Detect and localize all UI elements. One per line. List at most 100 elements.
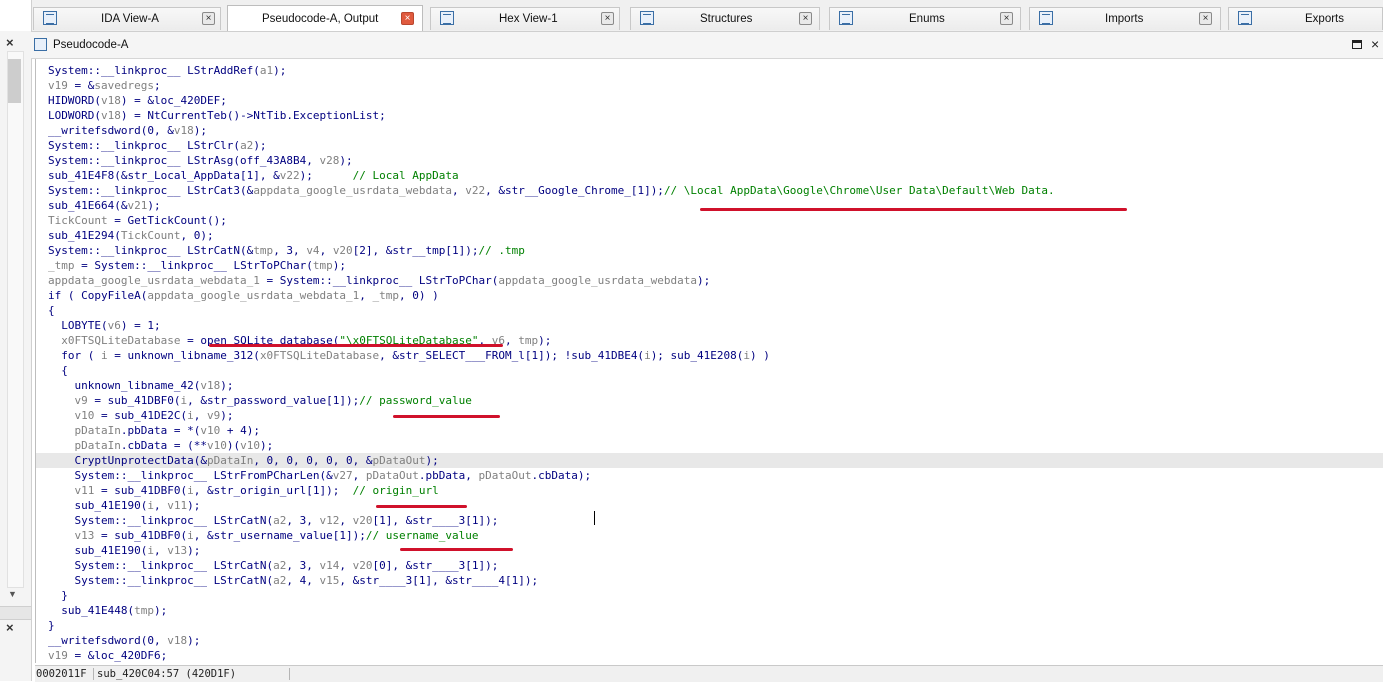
ida-view-icon	[43, 11, 57, 25]
code-line[interactable]: LODWORD(v18) = NtCurrentTeb()->NtTib.Exc…	[36, 108, 1383, 123]
code-line[interactable]: pDataIn.pbData = *(v10 + 4);	[36, 423, 1383, 438]
code-variable: v13	[167, 544, 188, 557]
code-variable: v18	[100, 109, 121, 122]
tab-structures[interactable]: Structures ×	[630, 7, 820, 30]
code-token: __writefsdword(0, &	[48, 124, 174, 137]
code-token: , 3,	[286, 514, 320, 527]
tab-close-icon[interactable]: ×	[202, 12, 215, 25]
tab-close-icon[interactable]: ×	[601, 12, 614, 25]
close-icon[interactable]: ×	[6, 620, 14, 635]
code-line[interactable]: System::__linkproc__ LStrCatN(a2, 3, v14…	[36, 558, 1383, 573]
code-line[interactable]: if ( CopyFileA(appdata_google_usrdata_we…	[36, 288, 1383, 303]
code-line[interactable]: for ( i = unknown_libname_312(x0FTSQLite…	[36, 348, 1383, 363]
code-line[interactable]: sub_41E190(i, v11);	[36, 498, 1383, 513]
code-token: );	[193, 124, 207, 137]
code-line[interactable]: v19 = &savedregs;	[36, 78, 1383, 93]
code-line[interactable]: sub_41E448(tmp);	[36, 603, 1383, 618]
code-line[interactable]: System::__linkproc__ LStrCatN(a2, 3, v12…	[36, 513, 1383, 528]
pseudocode-view[interactable]: v19 = &loc_420DF6; __writefsdword(0, v18)…	[35, 59, 1383, 663]
code-token: );	[153, 604, 168, 617]
tab-enums[interactable]: Enums ×	[829, 7, 1021, 30]
code-line[interactable]: sub_41E190(i, v13);	[36, 543, 1383, 558]
code-token: {	[48, 364, 68, 377]
tab-close-icon[interactable]: ×	[401, 12, 414, 25]
code-token: .cbData = (**	[120, 439, 207, 452]
code-token: System::__linkproc__ LStrCatN(	[48, 574, 274, 587]
imports-icon	[1039, 11, 1053, 25]
status-separator	[289, 668, 290, 680]
code-token: , 0);	[180, 229, 214, 242]
code-line[interactable]: sub_41E294(TickCount, 0);	[36, 228, 1383, 243]
code-line[interactable]: }	[36, 588, 1383, 603]
code-token: ,	[153, 499, 168, 512]
code-line[interactable]: pDataIn.cbData = (**v10)(v10);	[36, 438, 1383, 453]
tab-ida-view-a[interactable]: IDA View-A ×	[33, 7, 221, 30]
close-icon[interactable]: ×	[1371, 36, 1379, 52]
code-line[interactable]: appdata_google_usrdata_webdata_1 = Syste…	[36, 273, 1383, 288]
panel-divider[interactable]	[0, 606, 31, 620]
code-line[interactable]: }	[36, 618, 1383, 633]
code-token: if ( CopyFileA(	[48, 289, 148, 302]
code-line[interactable]: CryptUnprotectData(&pDataIn, 0, 0, 0, 0,…	[36, 453, 1383, 468]
scrollbar-thumb[interactable]	[8, 59, 21, 103]
code-token: sub_41E294(	[48, 229, 121, 242]
code-line[interactable]: v10 = sub_41DE2C(i, v9);	[36, 408, 1383, 423]
code-variable: a2	[273, 574, 287, 587]
maximize-icon[interactable]	[1352, 40, 1362, 49]
tab-hex-view-1[interactable]: Hex View-1 ×	[430, 7, 620, 30]
code-variable: v10	[206, 439, 227, 452]
code-variable: v12	[319, 514, 340, 527]
close-icon[interactable]: ×	[6, 35, 14, 50]
code-token: System::__linkproc__ LStrCat3(&	[48, 184, 254, 197]
tab-pseudocode-output[interactable]: Pseudocode-A, Output ×	[227, 5, 423, 31]
code-line[interactable]: __writefsdword(0, v18);	[36, 633, 1383, 648]
code-variable: v18	[173, 124, 194, 137]
tab-close-icon[interactable]: ×	[799, 12, 812, 25]
code-token: );	[220, 409, 234, 422]
code-token: LODWORD(	[48, 109, 101, 122]
code-line[interactable]: TickCount = GetTickCount();	[36, 213, 1383, 228]
tab-imports[interactable]: Imports ×	[1029, 7, 1221, 30]
code-comment: // Local AppData	[352, 169, 459, 182]
code-line[interactable]: System::__linkproc__ LStrClr(a2);	[36, 138, 1383, 153]
tab-close-icon[interactable]: ×	[1000, 12, 1013, 25]
code-line[interactable]: System::__linkproc__ LStrAddRef(a1);	[36, 63, 1383, 78]
code-line[interactable]: _tmp = System::__linkproc__ LStrToPChar(…	[36, 258, 1383, 273]
code-line[interactable]: v13 = sub_41DBF0(i, &str_username_value[…	[36, 528, 1383, 543]
code-line[interactable]: unknown_libname_42(v18);	[36, 378, 1383, 393]
vertical-scrollbar[interactable]	[7, 51, 24, 588]
scroll-down-icon[interactable]: ▼	[8, 589, 17, 599]
pane-title: Pseudocode-A	[53, 39, 129, 51]
status-address: 0002011F	[36, 668, 87, 680]
code-line[interactable]: System::__linkproc__ LStrCat3(&appdata_g…	[36, 183, 1383, 198]
code-line[interactable]: v9 = sub_41DBF0(i, &str_password_value[1…	[36, 393, 1383, 408]
enums-icon	[839, 11, 853, 25]
code-line[interactable]: __writefsdword(0, &v18);	[36, 123, 1383, 138]
code-token: ) = NtCurrentTeb()->NtTib.ExceptionList;	[120, 109, 386, 122]
code-variable: a2	[273, 514, 287, 527]
code-line[interactable]: {	[36, 303, 1383, 318]
code-line[interactable]: LOBYTE(v6) = 1;	[36, 318, 1383, 333]
code-line[interactable]: {	[36, 363, 1383, 378]
code-token: )(	[226, 439, 241, 452]
code-variable: _tmp	[372, 289, 400, 302]
code-token: System::__linkproc__ LStrCatN(	[48, 559, 274, 572]
code-line[interactable]: System::__linkproc__ LStrCatN(a2, 4, v15…	[36, 573, 1383, 588]
code-token: System::__linkproc__ LStrFromPCharLen(&	[48, 469, 333, 482]
status-location: sub_420C04:57 (420D1F)	[97, 668, 237, 680]
code-variable: pDataOut	[372, 454, 426, 467]
tab-close-icon[interactable]: ×	[1199, 12, 1212, 25]
code-line[interactable]: System::__linkproc__ LStrCatN(&tmp, 3, v…	[36, 243, 1383, 258]
tab-exports[interactable]: Exports	[1228, 7, 1383, 30]
code-line[interactable]: HIDWORD(v18) = &loc_420DEF;	[36, 93, 1383, 108]
annotation-underline-origin-url	[376, 505, 467, 508]
code-variable: tmp	[134, 604, 154, 617]
code-variable: v20	[332, 244, 353, 257]
code-line[interactable]: sub_41E4F8(&str_Local_AppData[1], &v22);…	[36, 168, 1383, 183]
code-line[interactable]: v19 = &loc_420DF6;	[36, 648, 1383, 663]
code-variable: v11	[74, 484, 95, 497]
code-line[interactable]: v11 = sub_41DBF0(i, &str_origin_url[1]);…	[36, 483, 1383, 498]
code-line[interactable]: System::__linkproc__ LStrFromPCharLen(&v…	[36, 468, 1383, 483]
code-line[interactable]: System::__linkproc__ LStrAsg(off_43A8B4,…	[36, 153, 1383, 168]
